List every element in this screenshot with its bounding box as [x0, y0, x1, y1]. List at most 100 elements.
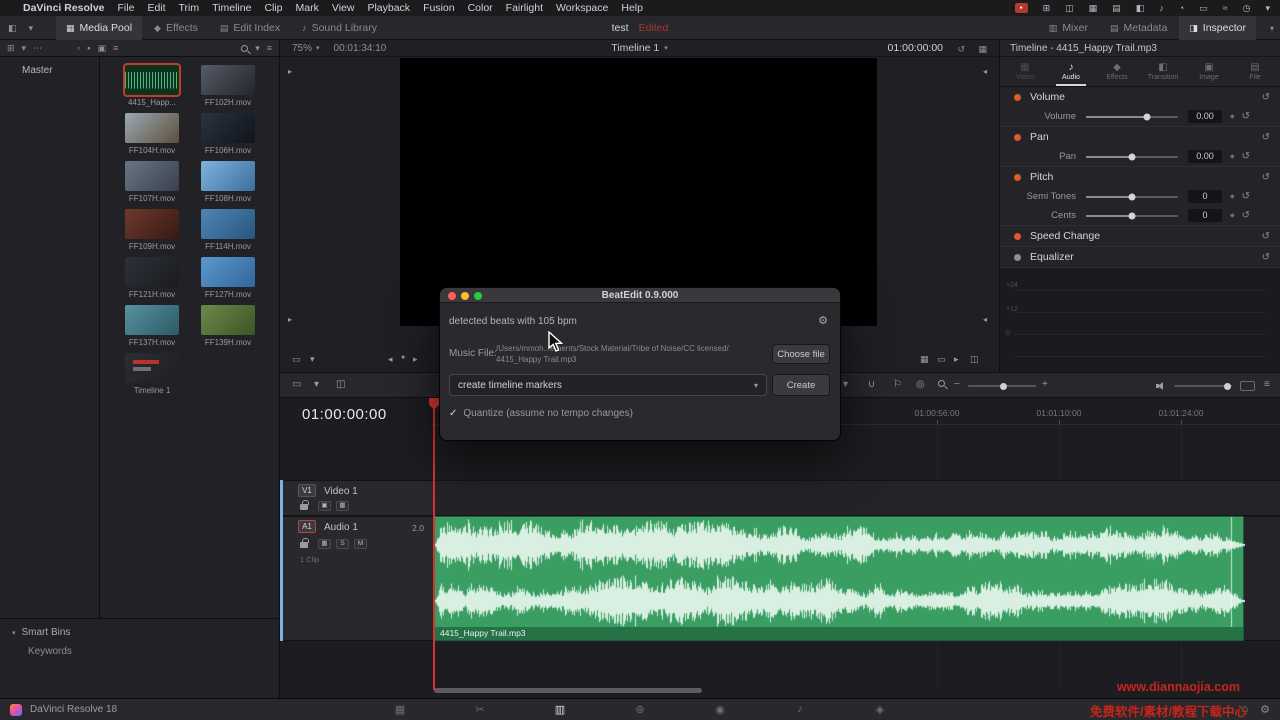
thumb-lg-icon[interactable]: ▣ [97, 43, 106, 54]
timeline-scrollbar[interactable] [434, 688, 702, 693]
choose-file-button[interactable]: Choose file [772, 344, 830, 364]
menu-color[interactable]: Color [468, 2, 493, 14]
screen-record-icon[interactable]: ● [1015, 3, 1028, 13]
trim-mode-icon[interactable]: ◫ [336, 379, 345, 390]
resync-icon[interactable]: ↺ [957, 44, 965, 55]
pan-value[interactable]: 0.00 [1188, 150, 1222, 163]
clip-4415-happ-[interactable]: 4415_Happ... [116, 65, 188, 113]
playhead[interactable] [433, 398, 435, 690]
inspector-tab-audio[interactable]: ♪Audio [1049, 57, 1093, 86]
pan-enable-toggle[interactable] [1014, 134, 1021, 141]
reset-icon[interactable]: ↺ [1242, 151, 1250, 162]
track-header-v1[interactable]: V1 Video 1 ▣ ▦ [280, 480, 434, 516]
keywords-row[interactable]: Keywords [0, 638, 279, 657]
reset-icon[interactable]: ↺ [1242, 111, 1250, 122]
marker-icon[interactable]: ◎ [916, 379, 925, 390]
tl-options-icon[interactable]: ≡ [1264, 379, 1270, 390]
volume-enable-toggle[interactable] [1014, 94, 1021, 101]
clip-thumbnail[interactable] [125, 257, 179, 287]
clip-ff109h-mov[interactable]: FF109H.mov [116, 209, 188, 257]
solo-button[interactable]: S [336, 539, 349, 549]
marker-action-select[interactable]: create timeline markers ▾ [449, 374, 767, 396]
play-icon[interactable]: ▸ [413, 354, 418, 365]
display-icon[interactable]: ▦ [1089, 0, 1098, 16]
tool-select-icon[interactable]: ▭ [292, 379, 301, 390]
wifi-icon[interactable]: ≈ [1223, 0, 1228, 16]
clip-thumbnail[interactable] [125, 65, 179, 95]
sort-icon[interactable]: ≡ [267, 43, 272, 53]
clip-ff106h-mov[interactable]: FF106H.mov [192, 113, 264, 161]
reset-icon[interactable]: ↺ [1262, 132, 1270, 143]
zoom-out-icon[interactable]: − [954, 379, 960, 390]
inspector-tab-file[interactable]: ▤File [1233, 57, 1277, 86]
column-icon[interactable]: ◧ [1136, 0, 1145, 16]
source-patch-icon[interactable]: ▣ [318, 501, 331, 511]
clip-mode-icon[interactable]: ▭ [292, 354, 301, 365]
chevron-down-icon[interactable]: ▾ [310, 354, 315, 365]
dialog-titlebar[interactable]: BeatEdit 0.9.000 [440, 288, 840, 303]
menu-clip[interactable]: Clip [264, 2, 282, 14]
clip-timeline-1[interactable]: Timeline 1 [116, 353, 188, 401]
viewer-options-icon[interactable]: ▦ [978, 44, 987, 55]
menu-fusion[interactable]: Fusion [423, 2, 455, 14]
grid-view-icon[interactable]: ⊞ [7, 43, 15, 54]
viewer-zoom-select[interactable]: 75%▾ [292, 43, 320, 54]
menu-file[interactable]: File [118, 2, 135, 14]
menu-view[interactable]: View [332, 2, 355, 14]
fairlight-page-icon[interactable]: ♪ [792, 703, 808, 715]
clip-thumbnail[interactable] [125, 305, 179, 335]
toolbar-media-pool[interactable]: ▦Media Pool [56, 16, 142, 40]
close-icon[interactable] [448, 292, 456, 300]
equalizer-graph[interactable]: +24+120 [1000, 267, 1280, 379]
semi-tones-value[interactable]: 0 [1188, 190, 1222, 203]
toolbar-effects[interactable]: ◆Effects [144, 16, 208, 40]
speaker-icon[interactable] [1156, 381, 1166, 391]
more-icon[interactable]: ⋯ [33, 43, 42, 54]
grid-icon[interactable]: ⊞ [1043, 0, 1051, 16]
menu-mark[interactable]: Mark [296, 2, 319, 14]
zoom-window-icon[interactable] [474, 292, 482, 300]
clock-icon[interactable]: ◷ [1243, 0, 1251, 16]
equalizer-enable-toggle[interactable] [1014, 254, 1021, 261]
toolbar-mixer[interactable]: ▥Mixer [1039, 16, 1098, 40]
toolbar-sound-library[interactable]: ♪Sound Library [292, 16, 387, 40]
reset-icon[interactable]: ↺ [1262, 172, 1270, 183]
audio-clip[interactable]: 4415_Happy Trail.mp3 [434, 516, 1244, 641]
reset-icon[interactable]: ↺ [1242, 210, 1250, 221]
media-page-icon[interactable]: ▦ [392, 703, 408, 716]
keyframe-icon[interactable]: ◆ [1230, 153, 1235, 160]
semi-tones-slider[interactable] [1086, 196, 1178, 198]
clip-thumbnail[interactable] [125, 161, 179, 191]
clip-ff108h-mov[interactable]: FF108H.mov [192, 161, 264, 209]
clip-thumbnail[interactable] [201, 305, 255, 335]
minimize-icon[interactable] [461, 292, 469, 300]
settings-icon[interactable]: ⚙ [1260, 703, 1270, 716]
menu-trim[interactable]: Trim [179, 2, 200, 14]
auto-select-icon[interactable]: ▦ [318, 539, 331, 549]
thumb-sm-icon[interactable]: ▫ [77, 43, 80, 53]
reset-icon[interactable]: ↺ [1242, 191, 1250, 202]
cut-page-icon[interactable]: ✂ [472, 703, 488, 716]
contrast-icon[interactable]: ◔ [1179, 0, 1184, 16]
clip-ff104h-mov[interactable]: FF104H.mov [116, 113, 188, 161]
inspector-tab-effects[interactable]: ◆Effects [1095, 57, 1139, 86]
keyframe-icon[interactable]: ◆ [1230, 113, 1235, 120]
timeline-timecode[interactable]: 01:00:00:00 [302, 406, 387, 423]
chevron-down-icon[interactable]: ▾ [29, 23, 34, 34]
timeline-select[interactable]: Timeline 1▾ [611, 42, 668, 54]
clip-ff137h-mov[interactable]: FF137H.mov [116, 305, 188, 353]
menu-timeline[interactable]: Timeline [212, 2, 251, 14]
chevron-down-icon[interactable]: ▾ [843, 379, 848, 390]
volume-value[interactable]: 0.00 [1188, 110, 1222, 123]
clip-thumbnail[interactable] [125, 353, 179, 383]
clip-ff127h-mov[interactable]: FF127H.mov [192, 257, 264, 305]
auto-select-icon[interactable]: ▦ [336, 501, 349, 511]
clip-ff121h-mov[interactable]: FF121H.mov [116, 257, 188, 305]
fusion-page-icon[interactable]: ⊛ [632, 703, 648, 716]
layout-icon[interactable]: ▤ [1112, 0, 1121, 16]
chevron-down-icon[interactable]: ▾ [314, 379, 319, 390]
snap-icon[interactable]: ∪ [868, 379, 875, 390]
inspector-tab-transition[interactable]: ◧Transition [1141, 57, 1185, 86]
clip-thumbnail[interactable] [201, 65, 255, 95]
chevron-down-icon[interactable]: ▾ [1265, 0, 1270, 16]
